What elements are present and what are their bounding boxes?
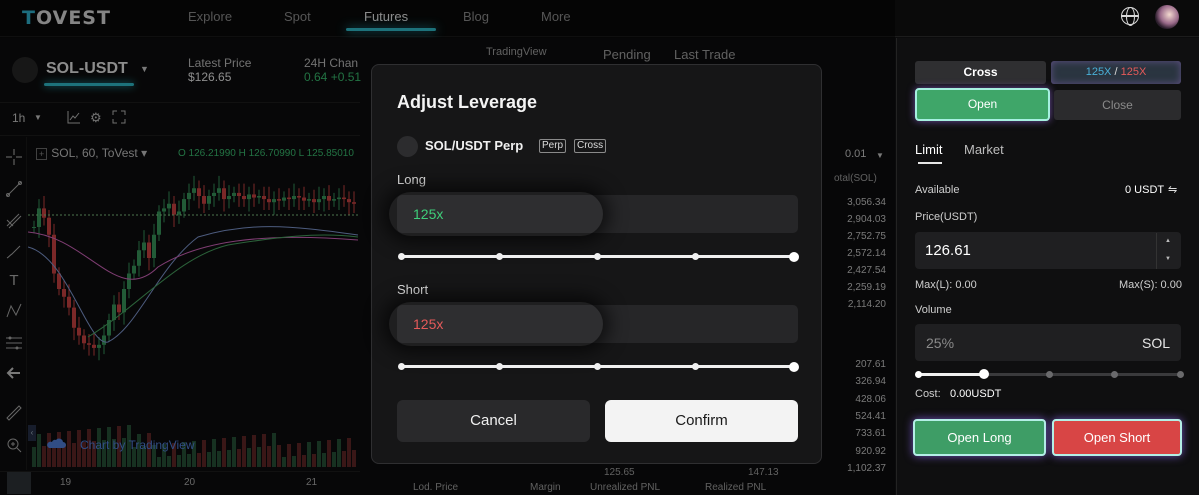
- open-short-button[interactable]: Open Short: [1052, 419, 1182, 456]
- slider-step-dot[interactable]: [1176, 371, 1184, 378]
- globe-icon[interactable]: [1121, 7, 1139, 26]
- open-tab[interactable]: Open: [915, 88, 1050, 121]
- slider-step-dot[interactable]: [397, 363, 405, 370]
- chevron-down-icon[interactable]: ▼: [1165, 256, 1171, 262]
- adjust-leverage-modal: Adjust Leverage SOL/USDT Perp Perp Cross…: [371, 64, 822, 464]
- price-label: Price(USDT): [915, 211, 978, 223]
- slider-step-dot[interactable]: [914, 371, 922, 378]
- volume-label: Volume: [915, 304, 952, 316]
- max-short: Max(S): 0.00: [1119, 279, 1182, 291]
- tab-market[interactable]: Market: [964, 142, 1004, 157]
- coin-icon: [397, 136, 418, 157]
- modal-title: Adjust Leverage: [397, 92, 538, 112]
- price-value: 126.61: [925, 242, 971, 259]
- leverage-short: 125X: [1120, 66, 1147, 78]
- leverage-long: 125X: [1085, 66, 1112, 78]
- tab-limit[interactable]: Limit: [915, 142, 942, 157]
- volume-unit: SOL: [1142, 335, 1171, 351]
- available-label: Available: [915, 184, 960, 196]
- confirm-button[interactable]: Confirm: [605, 400, 798, 442]
- volume-slider-fill: [918, 373, 984, 376]
- cross-badge: Cross: [574, 139, 607, 153]
- perp-badge: Perp: [539, 139, 567, 153]
- volume-placeholder: 25%: [926, 335, 955, 351]
- slider-step-dot[interactable]: [1045, 371, 1053, 378]
- slider-step-dot[interactable]: [397, 253, 405, 260]
- active-tab-indicator: [918, 162, 942, 164]
- chevron-up-icon[interactable]: ▲: [1165, 238, 1171, 244]
- short-leverage-value: 125x: [413, 316, 444, 332]
- slider-step-dot[interactable]: [692, 253, 700, 260]
- price-stepper[interactable]: ▲ ▼: [1156, 233, 1181, 269]
- long-label: Long: [397, 172, 426, 187]
- slider-step-dot[interactable]: [594, 363, 601, 370]
- slider-knob[interactable]: [789, 361, 799, 372]
- margin-mode-button[interactable]: Cross: [915, 61, 1046, 84]
- available-value: 0 USDT: [1125, 184, 1165, 196]
- leverage-sep: /: [1114, 66, 1118, 78]
- max-long: Max(L): 0.00: [915, 279, 977, 291]
- cancel-button[interactable]: Cancel: [397, 400, 590, 442]
- cost-label: Cost:: [915, 388, 941, 400]
- slider-step-dot[interactable]: [495, 253, 503, 260]
- avatar[interactable]: [1155, 5, 1179, 29]
- slider-step-dot[interactable]: [1111, 371, 1118, 378]
- slider-knob[interactable]: [978, 369, 989, 379]
- slider-step-dot[interactable]: [594, 253, 601, 260]
- leverage-button[interactable]: 125X / 125X: [1051, 61, 1181, 84]
- close-tab[interactable]: Close: [1054, 90, 1181, 120]
- slider-step-dot[interactable]: [495, 363, 503, 370]
- slider-step-dot[interactable]: [692, 363, 700, 370]
- cost-value: 0.00USDT: [950, 388, 1002, 400]
- transfer-icon[interactable]: ⇋: [1168, 183, 1177, 196]
- long-leverage-value: 125x: [413, 206, 444, 222]
- modal-pair: SOL/USDT Perp: [425, 138, 524, 153]
- short-label: Short: [397, 282, 429, 297]
- slider-knob[interactable]: [789, 251, 799, 262]
- open-long-button[interactable]: Open Long: [913, 419, 1046, 456]
